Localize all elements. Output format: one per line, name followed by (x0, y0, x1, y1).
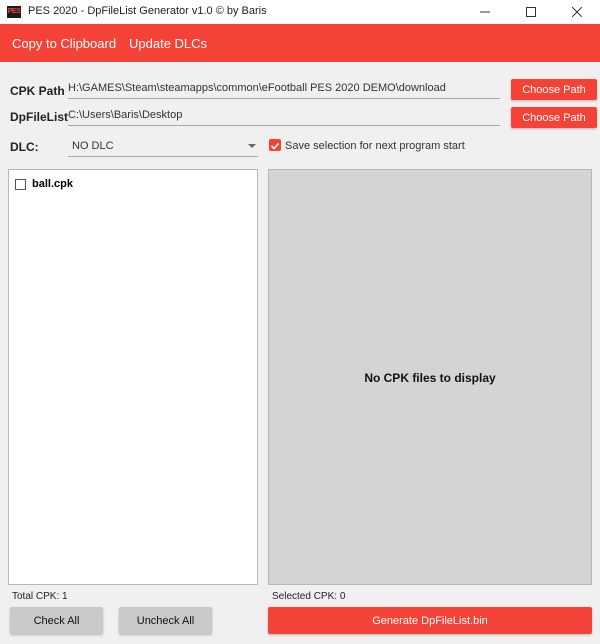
check-all-button[interactable]: Check All (10, 607, 103, 634)
empty-preview-message: No CPK files to display (364, 371, 496, 385)
close-icon (572, 7, 582, 17)
save-selection-label: Save selection for next program start (285, 140, 465, 152)
list-item-label: ball.cpk (32, 178, 73, 190)
dpfilelist-path-field[interactable]: C:\Users\Baris\Desktop (68, 109, 500, 126)
checkbox-unchecked-icon[interactable] (15, 179, 26, 190)
maximize-button[interactable] (508, 0, 554, 24)
chevron-down-icon (248, 144, 256, 148)
total-cpk-count: Total CPK: 1 (12, 591, 68, 602)
choose-dpfilelist-path-button[interactable]: Choose Path (511, 107, 597, 128)
cpk-file-list[interactable]: ball.cpk (8, 169, 258, 585)
uncheck-all-button[interactable]: Uncheck All (119, 607, 212, 634)
cpk-path-label: CPK Path (10, 84, 65, 98)
window-title: PES 2020 - DpFileList Generator v1.0 © b… (28, 5, 267, 17)
dpfilelist-label: DpFileList (10, 110, 69, 124)
maximize-icon (526, 7, 536, 17)
pes-app-icon: PES (7, 6, 21, 18)
cpk-path-field[interactable]: H:\GAMES\Steam\steamapps\common\eFootbal… (68, 82, 500, 99)
cpk-preview-panel: No CPK files to display (268, 169, 592, 585)
copy-to-clipboard-menu[interactable]: Copy to Clipboard (12, 36, 116, 51)
checkbox-checked-icon (270, 142, 280, 150)
dlc-select[interactable]: NO DLC (68, 138, 258, 157)
menu-bar: Copy to Clipboard Update DLCs (0, 24, 600, 62)
update-dlcs-menu[interactable]: Update DLCs (129, 36, 207, 51)
minimize-icon (480, 11, 490, 13)
save-selection-checkbox[interactable] (269, 139, 281, 151)
generate-dpfilelist-button[interactable]: Generate DpFileList.bin (268, 607, 592, 634)
minimize-button[interactable] (462, 0, 508, 24)
choose-cpk-path-button[interactable]: Choose Path (511, 79, 597, 100)
title-bar: PES PES 2020 - DpFileList Generator v1.0… (0, 0, 600, 25)
close-button[interactable] (554, 0, 600, 24)
dlc-label: DLC: (10, 140, 39, 154)
dlc-selected-value: NO DLC (72, 140, 114, 152)
selected-cpk-count: Selected CPK: 0 (272, 591, 346, 602)
